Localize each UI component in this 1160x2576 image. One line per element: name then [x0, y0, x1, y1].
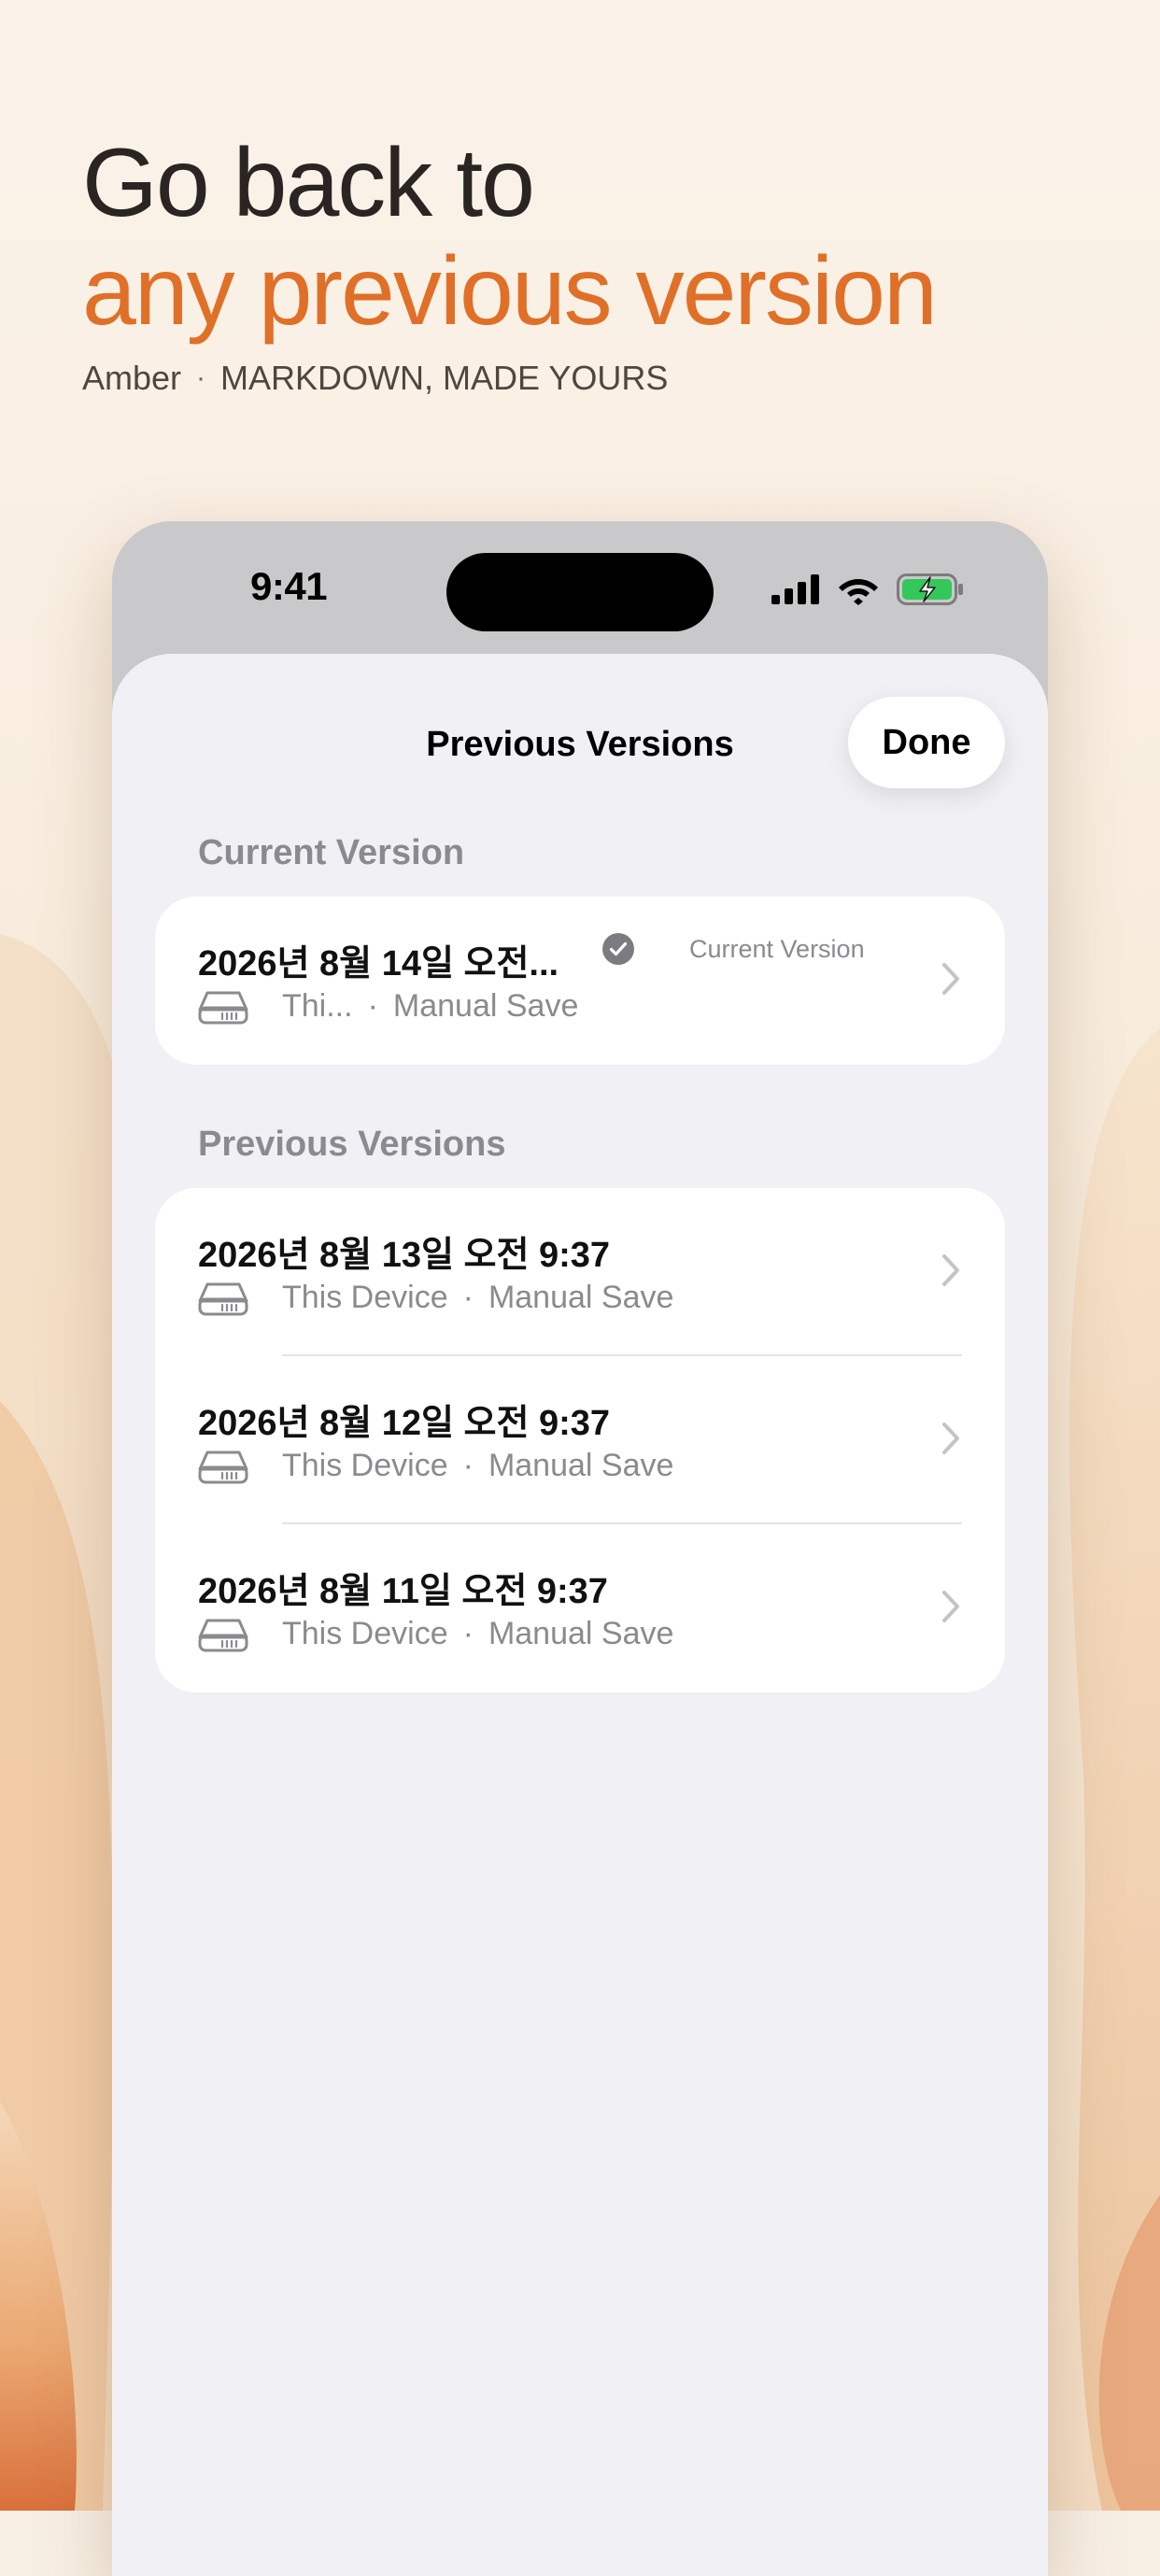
meta-separator: · — [462, 1616, 474, 1651]
current-version-card: 2026년 8월 14일 오전... Current Version Thi..… — [155, 897, 1005, 1065]
previous-versions-header: Previous Versions — [198, 1125, 506, 1164]
tagline-text: MARKDOWN, MADE YOURS — [220, 359, 669, 397]
hard-drive-icon — [198, 1451, 248, 1483]
current-version-row[interactable]: 2026년 8월 14일 오전... Current Version Thi..… — [155, 897, 1005, 1065]
chevron-right-icon — [942, 963, 959, 995]
version-source: Thi... — [282, 988, 353, 1024]
version-source: This Device — [282, 1448, 448, 1483]
version-meta: Thi... · Manual Save — [198, 988, 578, 1025]
wifi-icon — [839, 579, 878, 605]
hard-drive-icon — [198, 1619, 248, 1651]
phone-frame: 9:41 Previous Versions Done Current Vers… — [112, 521, 1048, 2576]
version-title: 2026년 8월 11일 오전 9:37 — [198, 1572, 608, 1611]
current-version-badge: Current Version — [601, 932, 865, 966]
done-button[interactable]: Done — [848, 697, 1005, 788]
headline-line-2: any previous version — [82, 237, 938, 346]
meta-separator: · — [462, 1448, 474, 1483]
version-title: 2026년 8월 14일 오전... — [198, 944, 559, 984]
version-row[interactable]: 2026년 8월 12일 오전 9:37 This Device · Manua… — [155, 1356, 1005, 1524]
versions-sheet: Previous Versions Done Current Version 2… — [112, 654, 1048, 2576]
version-meta: This Device · Manual Save — [198, 1448, 673, 1484]
checkmark-circle-icon — [602, 933, 634, 965]
current-version-badge-label: Current Version — [689, 934, 865, 963]
status-bar: 9:41 — [112, 521, 1048, 654]
version-save-type: Manual Save — [488, 1616, 674, 1651]
hero: Go back to any previous version Amber · … — [82, 129, 1110, 398]
chevron-right-icon — [942, 1254, 959, 1286]
app-tagline: Amber · MARKDOWN, MADE YOURS — [82, 359, 1110, 398]
meta-separator: · — [462, 1280, 474, 1315]
headline-line-1: Go back to — [82, 129, 535, 237]
tagline-separator: · — [196, 362, 206, 393]
version-save-type: Manual Save — [488, 1280, 674, 1315]
previous-versions-card: 2026년 8월 13일 오전 9:37 This Device · Manua… — [155, 1188, 1005, 1692]
app-name: Amber — [82, 359, 182, 397]
battery-charging-icon — [897, 573, 963, 605]
dynamic-island — [446, 553, 714, 631]
current-version-header: Current Version — [198, 833, 465, 872]
status-time: 9:41 — [250, 564, 328, 608]
version-meta: This Device · Manual Save — [198, 1616, 673, 1652]
version-title: 2026년 8월 13일 오전 9:37 — [198, 1236, 611, 1275]
version-title: 2026년 8월 12일 오전 9:37 — [198, 1404, 611, 1443]
version-row[interactable]: 2026년 8월 13일 오전 9:37 This Device · Manua… — [155, 1188, 1005, 1356]
chevron-right-icon — [942, 1591, 959, 1622]
status-icons — [771, 573, 964, 605]
version-save-type: Manual Save — [392, 988, 579, 1024]
chevron-right-icon — [942, 1422, 959, 1454]
hard-drive-icon — [198, 1282, 248, 1315]
version-source: This Device — [282, 1280, 448, 1315]
version-row[interactable]: 2026년 8월 11일 오전 9:37 This Device · Manua… — [155, 1524, 1005, 1692]
version-save-type: Manual Save — [488, 1448, 674, 1483]
meta-separator: · — [367, 988, 378, 1024]
cellular-signal-icon — [771, 574, 819, 604]
hard-drive-icon — [198, 991, 248, 1024]
version-source: This Device — [282, 1616, 448, 1651]
version-meta: This Device · Manual Save — [198, 1280, 673, 1316]
